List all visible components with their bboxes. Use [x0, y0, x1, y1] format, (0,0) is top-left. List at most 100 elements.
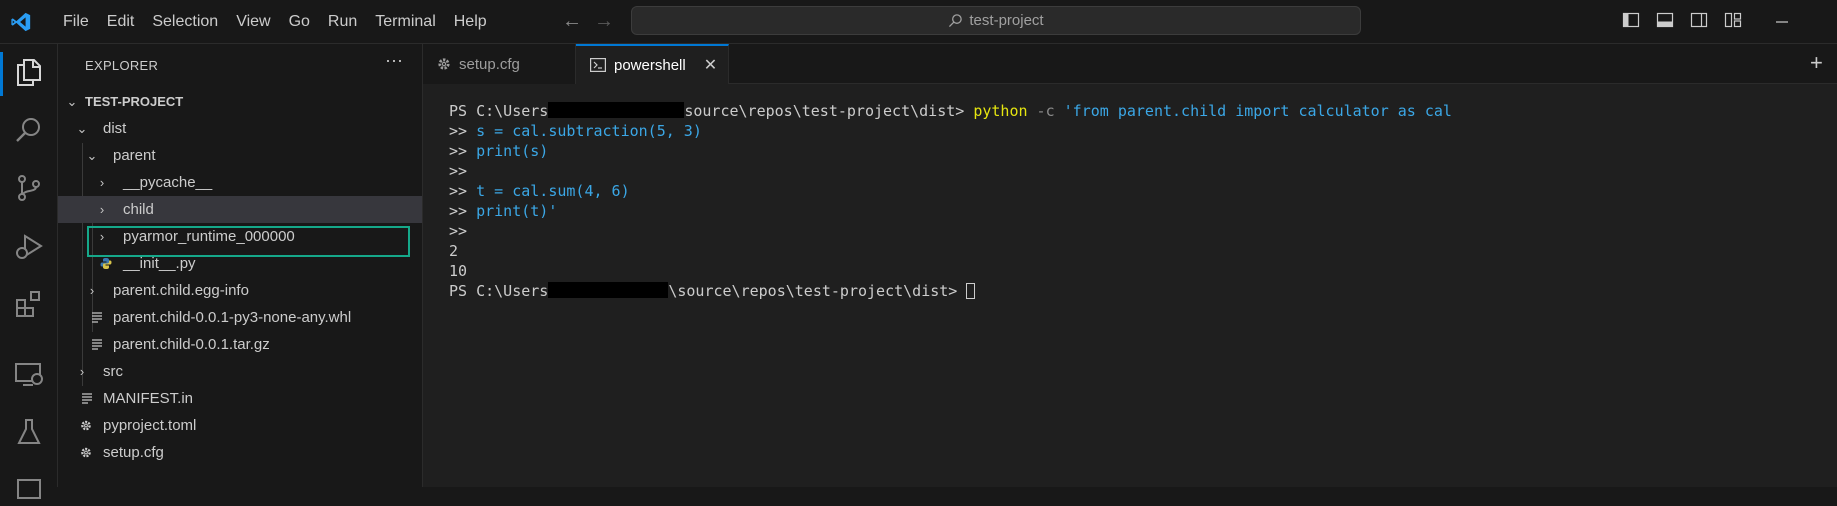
active-indicator — [0, 52, 3, 96]
terminal-icon — [590, 58, 606, 72]
toggle-primary-sidebar-icon[interactable] — [1622, 11, 1640, 29]
terminal-output: 10 — [449, 262, 468, 280]
highlight-annotation-box — [87, 226, 410, 257]
tree-item-label: pyproject.toml — [103, 417, 197, 434]
terminal-prompt: PS C:\Users — [449, 282, 549, 300]
terminal-prompt-path: source\repos\test-project\dist> — [684, 102, 974, 120]
terminal-code: s = cal.subtraction(5, 3) — [476, 122, 702, 140]
tree-item-setup-cfg[interactable]: setup.cfg — [58, 439, 422, 466]
continuation-prompt: >> — [449, 162, 477, 180]
chevron-right-icon: › — [79, 364, 85, 379]
new-tab-plus-icon[interactable]: + — [1810, 50, 1823, 76]
terminal-prompt: PS C:\Users — [449, 102, 549, 120]
tree-root-test-project[interactable]: ⌄ TEST-PROJECT — [58, 88, 422, 115]
terminal-line: >> print(t)' — [449, 201, 557, 221]
text-file-icon — [82, 393, 92, 404]
tree-item-manifest[interactable]: MANIFEST.in — [58, 385, 422, 412]
menu-bar: File Edit Selection View Go Run Terminal… — [54, 0, 496, 44]
customize-layout-icon[interactable] — [1724, 11, 1742, 29]
tree-item-label: MANIFEST.in — [103, 390, 194, 407]
activity-bar — [0, 44, 58, 499]
explorer-title: EXPLORER — [85, 58, 159, 73]
close-icon[interactable]: ✕ — [704, 55, 717, 75]
remote-explorer-icon[interactable] — [13, 358, 45, 390]
tree-item-dist[interactable]: ⌄ dist — [58, 115, 422, 142]
chevron-right-icon: › — [99, 202, 105, 217]
continuation-prompt: >> — [449, 142, 477, 160]
extensions-icon[interactable] — [13, 288, 45, 320]
menu-go[interactable]: Go — [280, 0, 319, 44]
minimize-icon — [1776, 21, 1788, 23]
terminal-line: >> — [449, 221, 476, 241]
tree-item-pyproject[interactable]: pyproject.toml — [58, 412, 422, 439]
gear-icon — [81, 420, 91, 431]
terminal-line: >> s = cal.subtraction(5, 3) — [449, 121, 702, 141]
terminal-code: print(t)' — [476, 202, 558, 220]
command-center-search[interactable]: test-project — [631, 6, 1361, 35]
terminal-flag: -c — [1027, 102, 1064, 120]
terminal-string: 'from parent.child import calculator as … — [1063, 102, 1452, 120]
chevron-right-icon: › — [99, 175, 105, 190]
search-icon — [949, 14, 963, 28]
tab-powershell[interactable]: powershell ✕ — [576, 44, 729, 84]
python-file-icon — [100, 258, 112, 269]
tree-root-label: TEST-PROJECT — [85, 94, 184, 109]
terminal-line: 2 — [449, 241, 458, 261]
tree-item-label: dist — [103, 120, 127, 137]
tree-item-label: parent.child-0.0.1.tar.gz — [113, 336, 270, 353]
explorer-sidebar: EXPLORER ··· ⌄ TEST-PROJECT ⌄ dist ⌄ par… — [58, 44, 423, 487]
source-control-icon[interactable] — [13, 172, 45, 204]
back-arrow-icon[interactable]: ← — [562, 10, 582, 33]
terminal-line: >> print(s) — [449, 141, 548, 161]
tree-item-pycache[interactable]: › __pycache__ — [58, 169, 422, 196]
terminal-line: >> — [449, 161, 476, 181]
testing-flask-icon[interactable] — [13, 416, 45, 448]
terminal-command: python — [973, 102, 1028, 120]
menu-help[interactable]: Help — [445, 0, 496, 44]
text-file-icon — [92, 339, 102, 350]
menu-run[interactable]: Run — [319, 0, 366, 44]
title-bar: File Edit Selection View Go Run Terminal… — [0, 0, 1837, 44]
forward-arrow-icon[interactable]: → — [594, 10, 614, 33]
terminal-line: PS C:\Users source\repos\test-project\dis… — [449, 101, 1452, 121]
tree-item-tar-gz[interactable]: parent.child-0.0.1.tar.gz — [58, 331, 422, 358]
tree-item-src[interactable]: › src — [58, 358, 422, 385]
chevron-down-icon: ⌄ — [86, 148, 98, 163]
tree-item-child[interactable]: › child — [58, 196, 422, 223]
tree-item-egg-info[interactable]: › parent.child.egg-info — [58, 277, 422, 304]
tab-label: setup.cfg — [459, 55, 520, 73]
continuation-prompt: >> — [449, 202, 477, 220]
gear-icon — [438, 58, 450, 70]
menu-view[interactable]: View — [227, 0, 279, 44]
tab-setup-cfg[interactable]: setup.cfg — [423, 44, 576, 84]
run-debug-icon[interactable] — [13, 230, 45, 262]
menu-edit[interactable]: Edit — [98, 0, 144, 44]
more-actions-button[interactable]: ··· — [385, 50, 403, 71]
minimize-button[interactable] — [1774, 0, 1790, 44]
tree-item-label: setup.cfg — [103, 444, 164, 461]
menu-selection[interactable]: Selection — [143, 0, 227, 44]
menu-file[interactable]: File — [54, 0, 98, 44]
terminal-code: print(s) — [476, 142, 549, 160]
explorer-files-icon[interactable] — [13, 56, 45, 88]
tree-item-label: parent.child-0.0.1-py3-none-any.whl — [113, 309, 352, 326]
continuation-prompt: >> — [449, 122, 477, 140]
toggle-panel-icon[interactable] — [1656, 11, 1674, 29]
tree-item-whl[interactable]: parent.child-0.0.1-py3-none-any.whl — [58, 304, 422, 331]
tree-item-label: src — [103, 363, 123, 380]
chevron-down-icon: ⌄ — [76, 121, 88, 136]
text-file-icon — [92, 312, 102, 323]
panel-icon[interactable] — [13, 474, 45, 506]
terminal-cursor — [966, 283, 976, 299]
terminal-line: >> t = cal.sum(4, 6) — [449, 181, 630, 201]
tab-label: powershell — [614, 56, 686, 74]
redacted-username — [548, 102, 685, 118]
terminal-panel[interactable]: PS C:\Users source\repos\test-project\dis… — [423, 84, 1837, 487]
tree-item-parent[interactable]: ⌄ parent — [58, 142, 422, 169]
toggle-secondary-sidebar-icon[interactable] — [1690, 11, 1708, 29]
tree-item-label: parent — [113, 147, 156, 164]
gear-icon — [81, 447, 91, 458]
search-icon[interactable] — [13, 114, 45, 146]
menu-terminal[interactable]: Terminal — [366, 0, 444, 44]
tree-item-label: child — [123, 201, 154, 218]
